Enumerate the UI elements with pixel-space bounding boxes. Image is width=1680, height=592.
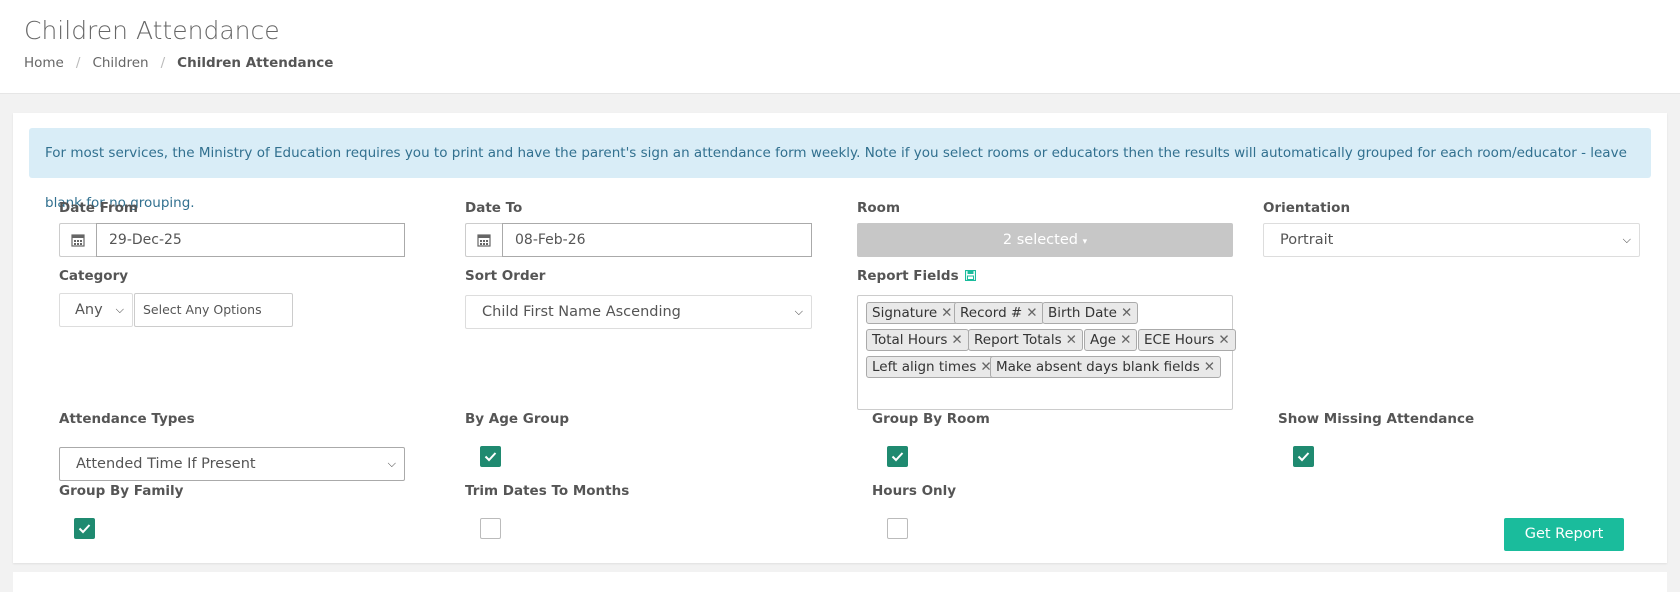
page-header: Children Attendance Home / Children / Ch… bbox=[0, 0, 1680, 94]
info-alert: For most services, the Ministry of Educa… bbox=[29, 128, 1651, 211]
date-from-group: 29-Dec-25 bbox=[59, 223, 405, 257]
show-missing-attendance-checkbox[interactable] bbox=[1293, 446, 1314, 467]
category-options-input[interactable]: Select Any Options bbox=[134, 293, 293, 327]
report-fields-label: Report Fields bbox=[857, 268, 977, 285]
group-by-room-label: Group By Room bbox=[872, 411, 990, 427]
remove-tag-icon[interactable]: ✕ bbox=[1121, 305, 1132, 321]
chevron-down-icon: ⌵ bbox=[1622, 233, 1631, 246]
date-from-input[interactable]: 29-Dec-25 bbox=[96, 223, 405, 257]
attendance-types-label: Attendance Types bbox=[59, 411, 195, 427]
page-title: Children Attendance bbox=[24, 16, 280, 45]
calendar-icon[interactable] bbox=[465, 223, 502, 257]
remove-tag-icon[interactable]: ✕ bbox=[1218, 332, 1229, 348]
orientation-value: Portrait bbox=[1280, 232, 1334, 248]
group-by-family-label: Group By Family bbox=[59, 483, 184, 499]
tag-record: Record # ✕ bbox=[954, 302, 1044, 324]
show-missing-attendance-label: Show Missing Attendance bbox=[1278, 411, 1475, 427]
check-icon bbox=[1297, 452, 1310, 462]
by-age-group-label: By Age Group bbox=[465, 411, 570, 427]
check-icon bbox=[484, 452, 497, 462]
remove-tag-icon[interactable]: ✕ bbox=[941, 305, 952, 321]
breadcrumb-children[interactable]: Children bbox=[92, 55, 148, 71]
sort-order-label: Sort Order bbox=[465, 268, 546, 284]
calendar-icon[interactable] bbox=[59, 223, 96, 257]
tag-ece-hours: ECE Hours ✕ bbox=[1138, 329, 1236, 351]
breadcrumb: Home / Children / Children Attendance bbox=[24, 55, 334, 71]
tag-total-hours: Total Hours ✕ bbox=[866, 329, 969, 351]
chevron-down-icon: ⌵ bbox=[115, 303, 124, 316]
group-by-family-checkbox[interactable] bbox=[74, 518, 95, 539]
group-by-room-checkbox[interactable] bbox=[887, 446, 908, 467]
check-icon bbox=[891, 452, 904, 462]
category-value: Any bbox=[75, 302, 103, 318]
orientation-select[interactable]: Portrait ⌵ bbox=[1263, 223, 1640, 257]
sort-order-value: Child First Name Ascending bbox=[482, 304, 681, 320]
by-age-group-checkbox[interactable] bbox=[480, 446, 501, 467]
room-label: Room bbox=[857, 200, 901, 216]
orientation-label: Orientation bbox=[1263, 200, 1351, 216]
remove-tag-icon[interactable]: ✕ bbox=[1120, 332, 1131, 348]
sort-order-select[interactable]: Child First Name Ascending ⌵ bbox=[465, 295, 812, 329]
room-multiselect-button[interactable]: 2 selected ▾ bbox=[857, 223, 1233, 257]
attendance-types-select[interactable]: Attended Time If Present ⌵ bbox=[59, 447, 405, 481]
date-to-group: 08-Feb-26 bbox=[465, 223, 812, 257]
date-from-label: Date From bbox=[59, 200, 138, 216]
hours-only-checkbox[interactable] bbox=[887, 518, 908, 539]
date-to-input[interactable]: 08-Feb-26 bbox=[502, 223, 812, 257]
hours-only-label: Hours Only bbox=[872, 483, 957, 499]
tag-left-align-times: Left align times ✕ bbox=[866, 356, 998, 378]
breadcrumb-current: Children Attendance bbox=[177, 55, 334, 71]
remove-tag-icon[interactable]: ✕ bbox=[1026, 305, 1037, 321]
trim-dates-checkbox[interactable] bbox=[480, 518, 501, 539]
next-panel-edge bbox=[13, 572, 1667, 592]
trim-dates-label: Trim Dates To Months bbox=[465, 483, 630, 499]
report-fields-label-text: Report Fields bbox=[857, 268, 959, 284]
category-label: Category bbox=[59, 268, 129, 284]
remove-tag-icon[interactable]: ✕ bbox=[1066, 332, 1077, 348]
caret-down-icon: ▾ bbox=[1082, 237, 1088, 247]
report-fields-tagbox[interactable]: Signature ✕ Record # ✕ Birth Date ✕ Total H… bbox=[857, 295, 1236, 410]
get-report-button[interactable]: Get Report bbox=[1504, 518, 1624, 551]
category-select[interactable]: Any ⌵ bbox=[59, 293, 133, 327]
save-icon[interactable] bbox=[965, 269, 977, 285]
attendance-types-value: Attended Time If Present bbox=[76, 456, 256, 472]
report-panel: For most services, the Ministry of Educa… bbox=[13, 113, 1667, 563]
date-to-label: Date To bbox=[465, 200, 523, 216]
tag-age: Age ✕ bbox=[1084, 329, 1138, 351]
check-icon bbox=[78, 524, 91, 534]
tag-make-absent-days-blank: Make absent days blank fields ✕ bbox=[990, 356, 1222, 378]
chevron-down-icon: ⌵ bbox=[794, 305, 803, 318]
chevron-down-icon: ⌵ bbox=[387, 457, 396, 470]
breadcrumb-home[interactable]: Home bbox=[24, 55, 64, 71]
tag-birth-date: Birth Date ✕ bbox=[1042, 302, 1139, 324]
remove-tag-icon[interactable]: ✕ bbox=[1204, 359, 1215, 375]
room-selected-text: 2 selected bbox=[1002, 232, 1078, 248]
tag-signature: Signature ✕ bbox=[866, 302, 959, 324]
tag-report-totals: Report Totals ✕ bbox=[968, 329, 1083, 351]
remove-tag-icon[interactable]: ✕ bbox=[951, 332, 962, 348]
